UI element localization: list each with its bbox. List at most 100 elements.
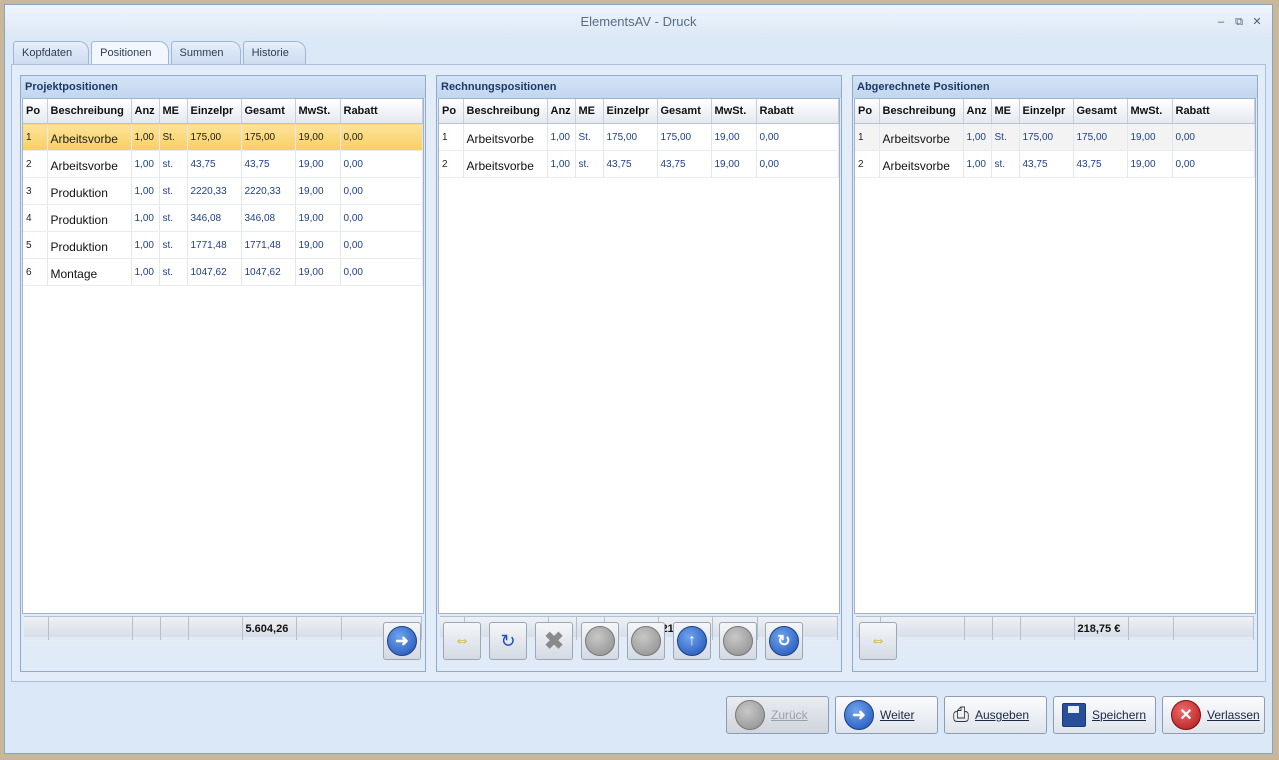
table-cell: 0,00: [340, 231, 423, 259]
table-cell: 175,00: [241, 123, 296, 151]
table-cell: 175,00: [603, 123, 658, 151]
column-header[interactable]: Anz: [131, 99, 160, 124]
floppy-disk-icon: [1062, 703, 1086, 727]
column-header[interactable]: Po: [439, 99, 464, 124]
column-header[interactable]: Rabatt: [1172, 99, 1255, 124]
next-button[interactable]: ➜ Weiter: [835, 696, 938, 734]
header-row: Po Beschreibung Anz ME Einzelpr Gesamt MwSt. Ra…: [439, 99, 839, 124]
output-button-label: Ausgeben: [975, 708, 1030, 722]
insert-column-button[interactable]: ⇔: [859, 622, 897, 660]
tab-kopfdaten[interactable]: Kopfdaten: [13, 41, 90, 64]
table-row[interactable]: 1 Arbeitsvorbe 1,00 St. 175,00 175,00 19,00 0,0…: [23, 123, 423, 151]
table-cell: st.: [575, 150, 604, 178]
column-header[interactable]: Einzelpr: [1019, 99, 1074, 124]
table-cell: 19,00: [295, 123, 341, 151]
column-header[interactable]: ME: [159, 99, 188, 124]
move-top-button[interactable]: [581, 622, 619, 660]
move-bottom-button[interactable]: [627, 622, 665, 660]
table-row[interactable]: 4 Produktion 1,00 st. 346,08 346,08 19,00 0,00: [23, 204, 423, 232]
column-header[interactable]: Po: [855, 99, 880, 124]
title-bar: ElementsAV - Druck – ⧉ ✕: [5, 5, 1272, 39]
column-header[interactable]: Gesamt: [241, 99, 296, 124]
column-header[interactable]: Rabatt: [340, 99, 423, 124]
move-up-button[interactable]: ↑: [673, 622, 711, 660]
exit-button-label: Verlassen: [1207, 708, 1260, 722]
insert-column-button[interactable]: ⇔: [443, 622, 481, 660]
column-header[interactable]: Anz: [963, 99, 992, 124]
table-cell: 19,00: [295, 177, 341, 205]
table-cell: 1,00: [547, 150, 576, 178]
save-button-label: Speichern: [1092, 708, 1147, 722]
arrow-up-icon: ↑: [677, 626, 707, 656]
restore-icon[interactable]: ⧉: [1234, 17, 1244, 28]
column-header[interactable]: MwSt.: [295, 99, 341, 124]
abgerechnet-buttons: ⇔: [857, 622, 1253, 664]
table-cell: 346,08: [187, 204, 242, 232]
projektpositionen-panel: Projektpositionen Po Beschreibung Anz ME Ein…: [20, 75, 426, 672]
table-cell: 19,00: [295, 150, 341, 178]
redo-button[interactable]: ↻: [765, 622, 803, 660]
abgerechnet-grid[interactable]: Po Beschreibung Anz ME Einzelpr Gesamt MwSt. Ra…: [854, 98, 1256, 641]
table-row[interactable]: 2 Arbeitsvorbe 1,00 st. 43,75 43,75 19,00 0,00: [855, 150, 1255, 178]
tab-positionen[interactable]: Positionen: [91, 41, 169, 65]
table-cell: 19,00: [1127, 123, 1173, 151]
column-header[interactable]: Einzelpr: [187, 99, 242, 124]
column-header[interactable]: MwSt.: [711, 99, 757, 124]
delete-button[interactable]: ✖: [535, 622, 573, 660]
table-row[interactable]: 2 Arbeitsvorbe 1,00 st. 43,75 43,75 19,00 0,00: [439, 150, 839, 178]
table-row[interactable]: 5 Produktion 1,00 st. 1771,48 1771,48 19,00 0,0…: [23, 231, 423, 259]
column-header[interactable]: ME: [575, 99, 604, 124]
rechnung-grid[interactable]: Po Beschreibung Anz ME Einzelpr Gesamt MwSt. Ra…: [438, 98, 840, 641]
disabled-arrow-icon: [631, 626, 661, 656]
tab-summen[interactable]: Summen: [170, 41, 241, 64]
table-cell: 1,00: [131, 231, 160, 259]
table-row[interactable]: 3 Produktion 1,00 st. 2220,33 2220,33 19,00 0,0…: [23, 177, 423, 205]
exit-button[interactable]: ✕ Verlassen: [1162, 696, 1265, 734]
column-header[interactable]: Gesamt: [657, 99, 712, 124]
table-cell: 6: [23, 258, 48, 286]
table-cell: 1,00: [131, 204, 160, 232]
refresh-document-button[interactable]: ↻: [489, 622, 527, 660]
column-header[interactable]: Beschreibung: [47, 99, 132, 124]
column-header[interactable]: Rabatt: [756, 99, 839, 124]
back-button[interactable]: Zurück: [726, 696, 829, 734]
table-cell: Arbeitsvorbe: [47, 123, 132, 151]
arrow-right-icon: ➜: [844, 700, 874, 730]
tab-historie[interactable]: Historie: [242, 41, 306, 64]
table-cell: st.: [159, 150, 188, 178]
table-cell: 0,00: [340, 204, 423, 232]
table-cell: St.: [991, 123, 1020, 151]
move-down-button[interactable]: [719, 622, 757, 660]
minimize-icon[interactable]: –: [1216, 17, 1226, 28]
column-header[interactable]: Beschreibung: [879, 99, 964, 124]
insert-column-icon: ⇔: [454, 632, 470, 649]
close-icon[interactable]: ✕: [1252, 17, 1262, 28]
redo-icon: ↻: [769, 626, 799, 656]
save-button[interactable]: Speichern: [1053, 696, 1156, 734]
table-cell: 175,00: [1073, 123, 1128, 151]
abgerechnete-positionen-panel: Abgerechnete Positionen Po Beschreibung An…: [852, 75, 1258, 672]
column-header[interactable]: ME: [991, 99, 1020, 124]
column-header[interactable]: Po: [23, 99, 48, 124]
table-row[interactable]: 6 Montage 1,00 st. 1047,62 1047,62 19,00 0,00: [23, 258, 423, 286]
table-row[interactable]: 2 Arbeitsvorbe 1,00 st. 43,75 43,75 19,00 0,00: [23, 150, 423, 178]
table-row[interactable]: 1 Arbeitsvorbe 1,00 St. 175,00 175,00 19,00 0,0…: [439, 123, 839, 151]
column-header[interactable]: Einzelpr: [603, 99, 658, 124]
main-window: ElementsAV - Druck – ⧉ ✕ Kopfdaten Posit…: [4, 4, 1273, 754]
column-header[interactable]: Gesamt: [1073, 99, 1128, 124]
column-header[interactable]: Beschreibung: [463, 99, 548, 124]
column-header[interactable]: MwSt.: [1127, 99, 1173, 124]
table-cell: 43,75: [187, 150, 242, 178]
table-cell: St.: [575, 123, 604, 151]
table-row[interactable]: 1 Arbeitsvorbe 1,00 St. 175,00 175,00 19,00 0,0…: [855, 123, 1255, 151]
table-cell: 2: [439, 150, 464, 178]
panel-title: Rechnungspositionen: [437, 76, 841, 98]
disabled-arrow-icon: [723, 626, 753, 656]
table-cell: 1,00: [963, 150, 992, 178]
projekt-grid[interactable]: Po Beschreibung Anz ME Einzelpr Gesamt MwSt. Ra…: [22, 98, 424, 641]
output-button[interactable]: ⎙ Ausgeben: [944, 696, 1047, 734]
arrow-right-icon: ➜: [387, 626, 417, 656]
panel-title: Projektpositionen: [21, 76, 425, 98]
column-header[interactable]: Anz: [547, 99, 576, 124]
add-to-invoice-button[interactable]: ➜: [383, 622, 421, 660]
